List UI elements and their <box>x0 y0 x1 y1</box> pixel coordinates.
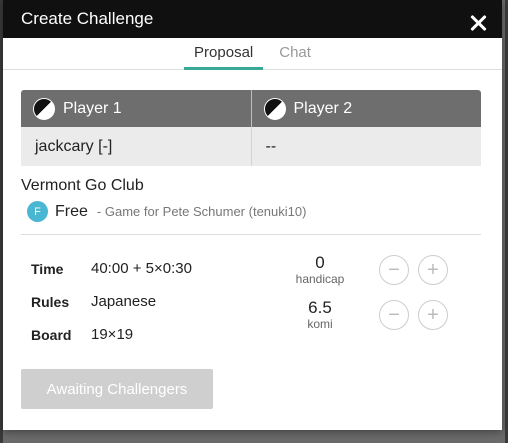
stone-icon <box>263 97 286 120</box>
setting-value: 19×19 <box>91 326 134 343</box>
setting-time: Time 40:00 + 5×0:30 <box>31 252 192 285</box>
tab-bar: Proposal Chat <box>3 38 502 70</box>
club-name: Vermont Go Club <box>21 177 144 194</box>
setting-value: 40:00 + 5×0:30 <box>91 260 192 277</box>
free-badge-icon: F <box>27 201 48 222</box>
player-2-header: Player 2 <box>250 90 482 127</box>
tab-chat[interactable]: Chat <box>269 44 321 69</box>
setting-board: Board 19×19 <box>31 318 192 351</box>
tab-proposal[interactable]: Proposal <box>184 44 264 70</box>
player-1-name[interactable]: jackcary [-] <box>21 127 251 166</box>
awaiting-challengers-button[interactable]: Awaiting Challengers <box>21 369 213 409</box>
free-label: Free <box>55 202 88 220</box>
handicap-display: 0 handicap <box>283 253 357 287</box>
players-table: Player 1 Player 2 jackcary [-] -- <box>21 90 481 166</box>
komi-minus-button[interactable]: − <box>379 300 409 330</box>
komi-display: 6.5 komi <box>283 298 357 332</box>
setting-label: Time <box>31 260 64 277</box>
game-settings: Time 40:00 + 5×0:30 Rules Japanese Board… <box>31 252 192 351</box>
handicap-value: 0 <box>315 253 325 272</box>
close-icon[interactable] <box>466 11 490 35</box>
player-1-header-label: Player 1 <box>63 99 122 117</box>
dialog-titlebar: Create Challenge <box>3 0 502 38</box>
player-2-name: -- <box>250 127 482 166</box>
game-type-row: F Free - Game for Pete Schumer (tenuki10… <box>27 201 306 222</box>
player-2-header-label: Player 2 <box>293 99 353 117</box>
setting-rules: Rules Japanese <box>31 285 192 318</box>
divider <box>21 234 481 235</box>
komi-value: 6.5 <box>308 298 332 317</box>
setting-label: Rules <box>31 293 70 310</box>
handicap-caption: handicap <box>295 272 345 286</box>
players-header-row: Player 1 Player 2 <box>21 90 481 127</box>
players-value-row: jackcary [-] -- <box>21 127 481 166</box>
handicap-plus-button[interactable]: + <box>418 255 448 285</box>
stone-icon <box>33 97 55 120</box>
komi-caption: komi <box>307 317 333 331</box>
handicap-minus-button[interactable]: − <box>379 255 409 285</box>
game-description: - Game for Pete Schumer (tenuki10) <box>96 204 307 219</box>
create-challenge-dialog: Create Challenge Proposal Chat Player 1 … <box>3 0 502 430</box>
handicap-stepper: 0 handicap − + <box>283 254 483 286</box>
komi-plus-button[interactable]: + <box>418 300 448 330</box>
setting-label: Board <box>31 326 72 343</box>
komi-stepper: 6.5 komi − + <box>283 299 483 331</box>
dialog-title: Create Challenge <box>21 9 154 28</box>
setting-value: Japanese <box>91 293 157 310</box>
player-1-header: Player 1 <box>21 90 251 127</box>
